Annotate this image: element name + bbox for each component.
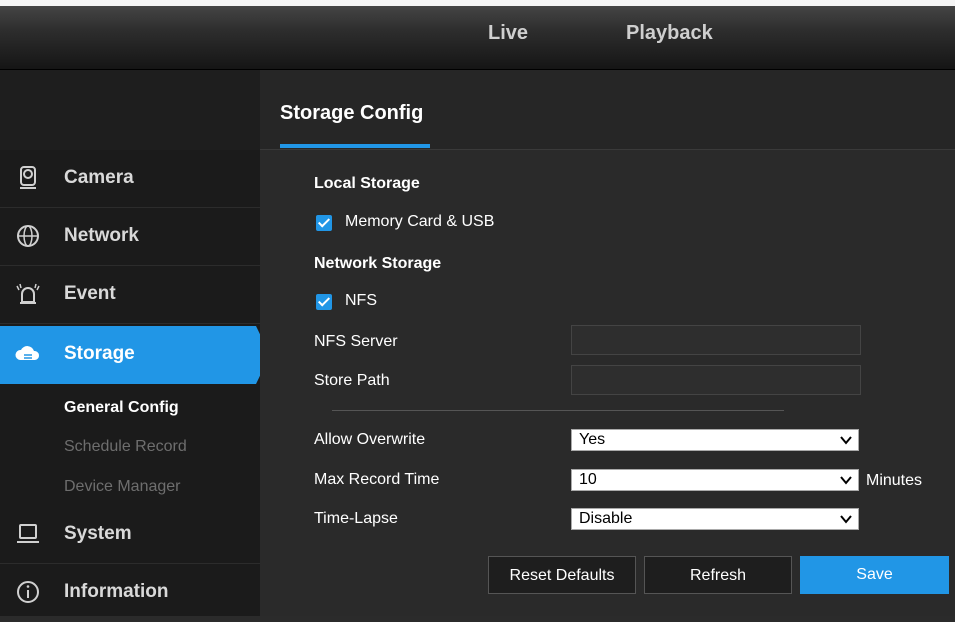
reset-defaults-button[interactable]: Reset Defaults bbox=[488, 556, 636, 594]
camera-icon bbox=[14, 164, 42, 192]
info-icon bbox=[14, 578, 42, 606]
memory-card-label: Memory Card & USB bbox=[345, 213, 495, 230]
subnav-schedule-record[interactable]: Schedule Record bbox=[64, 438, 187, 456]
chevron-down-icon bbox=[840, 476, 852, 485]
alarm-icon bbox=[14, 280, 42, 308]
allow-overwrite-select[interactable]: Yes bbox=[571, 429, 859, 451]
sidebar-item-camera[interactable]: Camera bbox=[0, 150, 260, 208]
nfs-server-label: NFS Server bbox=[314, 333, 398, 350]
allow-overwrite-value: Yes bbox=[579, 431, 606, 448]
store-path-input[interactable] bbox=[571, 365, 861, 395]
nfs-label: NFS bbox=[345, 292, 377, 309]
title-underline bbox=[280, 144, 430, 148]
max-record-time-value: 10 bbox=[579, 471, 597, 488]
laptop-icon bbox=[14, 520, 42, 548]
max-record-time-label: Max Record Time bbox=[314, 471, 440, 488]
sidebar-item-storage[interactable]: Storage bbox=[0, 326, 270, 384]
tab-live[interactable]: Live bbox=[488, 22, 528, 45]
local-storage-heading: Local Storage bbox=[314, 175, 420, 192]
sidebar-item-label: Network bbox=[64, 225, 139, 246]
cloud-storage-icon bbox=[14, 340, 42, 368]
time-lapse-select[interactable]: Disable bbox=[571, 508, 859, 530]
nfs-checkbox[interactable] bbox=[316, 294, 332, 310]
subnav-general-config[interactable]: General Config bbox=[64, 399, 179, 417]
network-storage-heading: Network Storage bbox=[314, 255, 442, 272]
divider bbox=[332, 410, 784, 411]
max-record-time-unit: Minutes bbox=[866, 472, 923, 489]
top-glow bbox=[0, 0, 955, 6]
time-lapse-value: Disable bbox=[579, 510, 633, 527]
sidebar-item-network[interactable]: Network bbox=[0, 208, 260, 266]
sidebar-item-label: Information bbox=[64, 581, 169, 602]
subnav-device-manager[interactable]: Device Manager bbox=[64, 478, 181, 496]
sidebar-header bbox=[0, 70, 260, 150]
sidebar-item-label: System bbox=[64, 523, 132, 544]
sidebar: Camera Network Event Storage General Con… bbox=[0, 70, 270, 622]
globe-icon bbox=[14, 222, 42, 250]
sidebar-item-information[interactable]: Information bbox=[0, 564, 260, 622]
memory-card-checkbox[interactable] bbox=[316, 215, 332, 231]
main-content: Storage Config Local Storage Memory Card… bbox=[260, 70, 955, 616]
save-button[interactable]: Save bbox=[800, 556, 949, 594]
refresh-button[interactable]: Refresh bbox=[644, 556, 792, 594]
page-title: Storage Config bbox=[280, 102, 424, 124]
tab-playback[interactable]: Playback bbox=[626, 22, 713, 45]
chevron-down-icon bbox=[840, 515, 852, 524]
max-record-time-select[interactable]: 10 bbox=[571, 469, 859, 491]
sidebar-item-system[interactable]: System bbox=[0, 506, 260, 564]
chevron-down-icon bbox=[840, 436, 852, 445]
top-bar: Live Playback bbox=[0, 0, 955, 70]
sidebar-item-label: Storage bbox=[64, 343, 135, 364]
sidebar-item-event[interactable]: Event bbox=[0, 266, 260, 324]
time-lapse-label: Time-Lapse bbox=[314, 510, 398, 527]
allow-overwrite-label: Allow Overwrite bbox=[314, 431, 426, 448]
store-path-label: Store Path bbox=[314, 372, 390, 389]
sidebar-item-label: Camera bbox=[64, 167, 134, 188]
sidebar-item-label: Event bbox=[64, 283, 116, 304]
content-header: Storage Config bbox=[260, 70, 955, 150]
nfs-server-input[interactable] bbox=[571, 325, 861, 355]
